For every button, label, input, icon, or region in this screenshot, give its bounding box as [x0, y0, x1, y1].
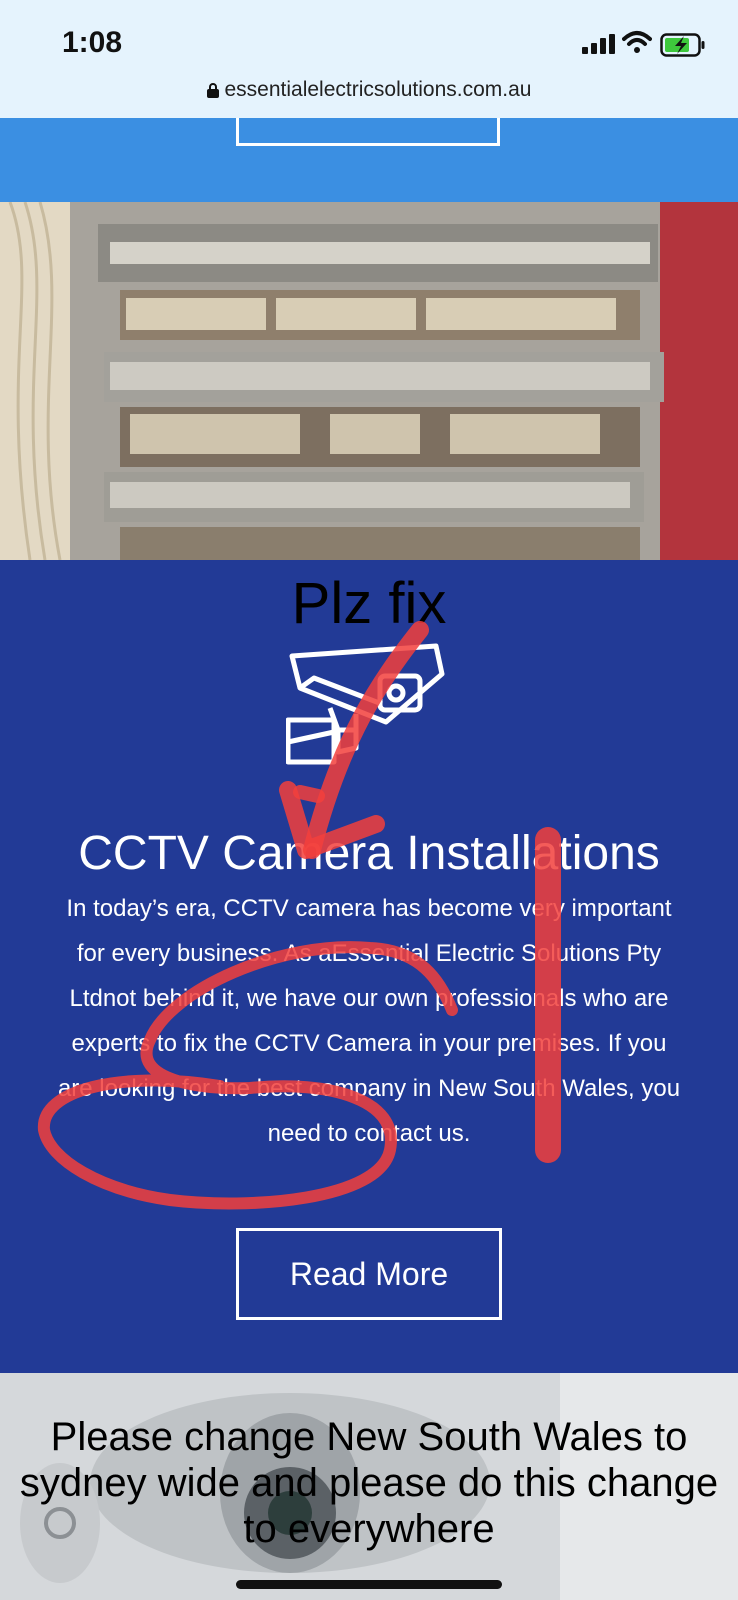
section-title: CCTV Camera Installations	[78, 827, 660, 880]
section-body: In today’s era, CCTV camera has become v…	[57, 895, 681, 1147]
address-bar[interactable]: essentialelectricsolutions.com.au	[0, 78, 738, 102]
annotation-top-note: Plz fix	[291, 571, 447, 636]
battery-icon	[660, 33, 705, 57]
annotation-bottom-note: Please change New South Wales to sydney …	[19, 1415, 719, 1551]
home-indicator[interactable]	[236, 1580, 502, 1589]
signal-icon	[582, 34, 615, 54]
wifi-icon	[622, 31, 652, 53]
cctv-camera-icon	[286, 643, 445, 765]
read-more-button[interactable]: Read More	[236, 1228, 502, 1320]
status-time: 1:08	[62, 26, 123, 59]
url-text: essentialelectricsolutions.com.au	[224, 78, 532, 101]
previous-section-button[interactable]	[236, 118, 500, 146]
lock-icon	[206, 83, 219, 98]
electrical-panel-photo	[0, 202, 738, 560]
status-bar: 1:08 essentialelectricsolutions.com.au	[0, 0, 738, 118]
